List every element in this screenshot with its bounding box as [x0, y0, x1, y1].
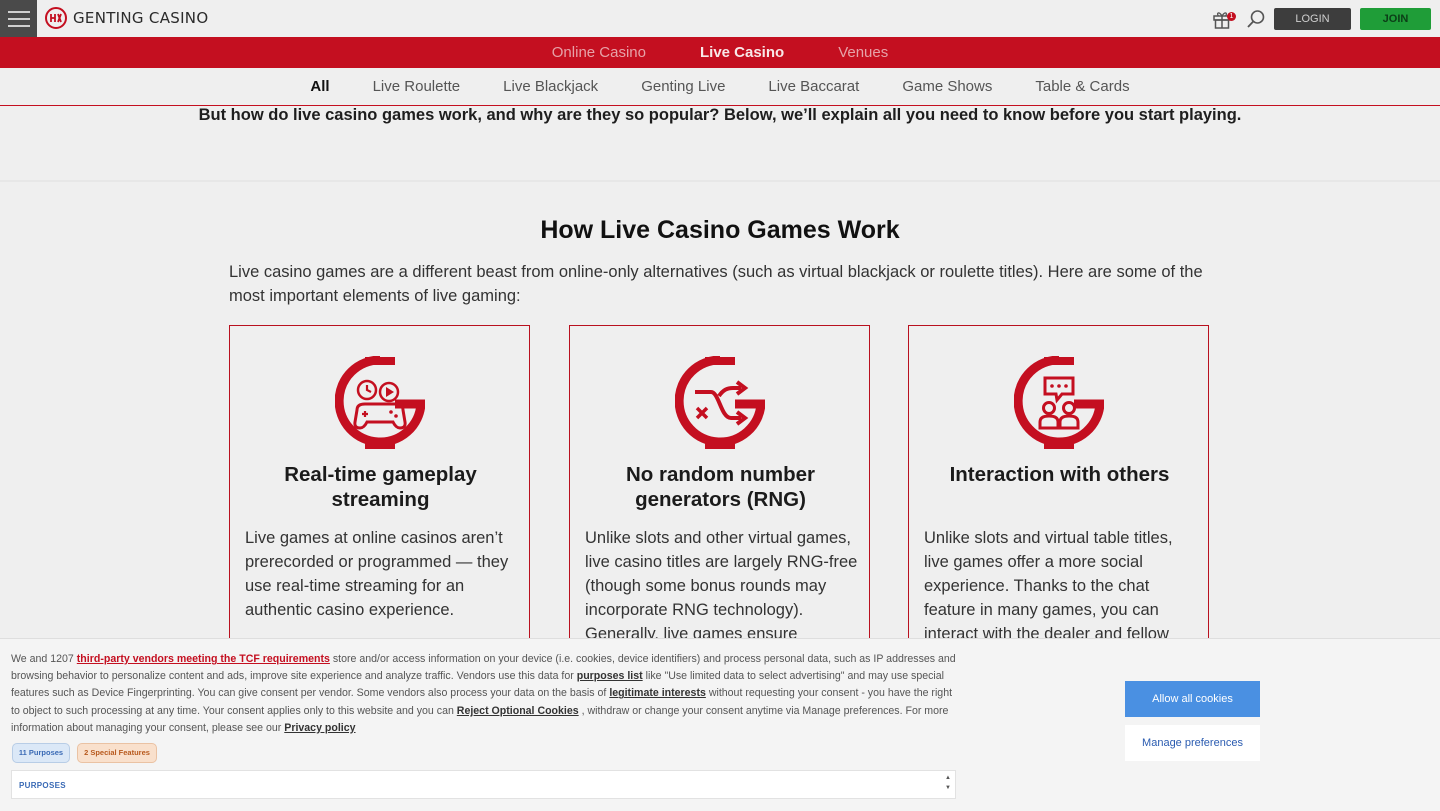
cookie-consent-banner: We and 1207 third-party vendors meeting … [0, 638, 1440, 811]
nav-venues[interactable]: Venues [838, 44, 888, 61]
purposes-link[interactable]: purposes list [577, 670, 643, 682]
gamepad-clock-icon [335, 356, 425, 449]
manage-preferences-button[interactable]: Manage preferences [1125, 725, 1260, 761]
tab-table-cards[interactable]: Table & Cards [1035, 78, 1129, 95]
vendors-link[interactable]: third-party vendors meeting the TCF requ… [77, 653, 330, 665]
category-nav: All Live Roulette Live Blackjack Genting… [0, 68, 1440, 106]
purposes-list[interactable]: PURPOSES ▲ ▼ [11, 770, 956, 799]
scrollbar[interactable]: ▲ ▼ [944, 773, 952, 797]
purposes-pill[interactable]: 11 Purposes [12, 743, 70, 763]
nav-online-casino[interactable]: Online Casino [552, 44, 646, 61]
menu-icon[interactable] [0, 0, 37, 37]
card-text: Unlike slots and virtual table titles, l… [924, 529, 1173, 643]
tab-live-blackjack[interactable]: Live Blackjack [503, 78, 598, 95]
tab-live-roulette[interactable]: Live Roulette [373, 78, 461, 95]
search-icon[interactable] [1246, 9, 1266, 29]
top-bar: GENTING CASINO 1 LOGIN JOIN [0, 0, 1440, 37]
nav-live-casino[interactable]: Live Casino [700, 44, 784, 61]
brand-name: GENTING CASINO [73, 9, 209, 27]
section-divider [0, 180, 1440, 182]
card-title: No random number generators (RNG) [625, 463, 816, 511]
privacy-policy-link[interactable]: Privacy policy [284, 722, 355, 734]
special-features-pill[interactable]: 2 Special Features [77, 743, 157, 763]
legitimate-interests-link[interactable]: legitimate interests [609, 687, 706, 699]
join-button[interactable]: JOIN [1360, 8, 1431, 30]
tab-genting-live[interactable]: Genting Live [641, 78, 725, 95]
gift-badge: 1 [1227, 12, 1236, 21]
feature-card-streaming: Real-time gameplay streaming Live games … [229, 325, 530, 665]
card-text: Unlike slots and other virtual games, li… [585, 529, 858, 643]
genting-logo-icon [45, 7, 67, 29]
chat-people-icon [1014, 356, 1104, 449]
tab-game-shows[interactable]: Game Shows [902, 78, 992, 95]
card-text: Live games at online casinos aren’t prer… [245, 529, 509, 619]
brand-logo[interactable]: GENTING CASINO [45, 7, 208, 29]
card-title: Real-time gameplay streaming [284, 463, 477, 511]
login-button[interactable]: LOGIN [1274, 8, 1351, 30]
shuffle-icon [675, 356, 765, 449]
feature-card-rng: No random number generators (RNG) Unlike… [569, 325, 870, 665]
consent-text-part: We and 1207 [11, 653, 77, 665]
reject-cookies-link[interactable]: Reject Optional Cookies [457, 705, 579, 717]
card-title: Interaction with others [949, 463, 1170, 486]
purposes-label: PURPOSES [19, 781, 66, 790]
tab-all[interactable]: All [310, 78, 329, 95]
feature-card-interaction: Interaction with others Unlike slots and… [908, 325, 1209, 665]
tab-live-baccarat[interactable]: Live Baccarat [768, 78, 859, 95]
section-lead: Live casino games are a different beast … [229, 263, 1203, 305]
allow-all-cookies-button[interactable]: Allow all cookies [1125, 681, 1260, 717]
intro-text: But how do live casino games work, and w… [198, 106, 1242, 124]
consent-text: We and 1207 third-party vendors meeting … [11, 651, 956, 737]
section-heading: How Live Casino Games Work [540, 216, 900, 244]
main-nav: Online Casino Live Casino Venues [0, 37, 1440, 68]
